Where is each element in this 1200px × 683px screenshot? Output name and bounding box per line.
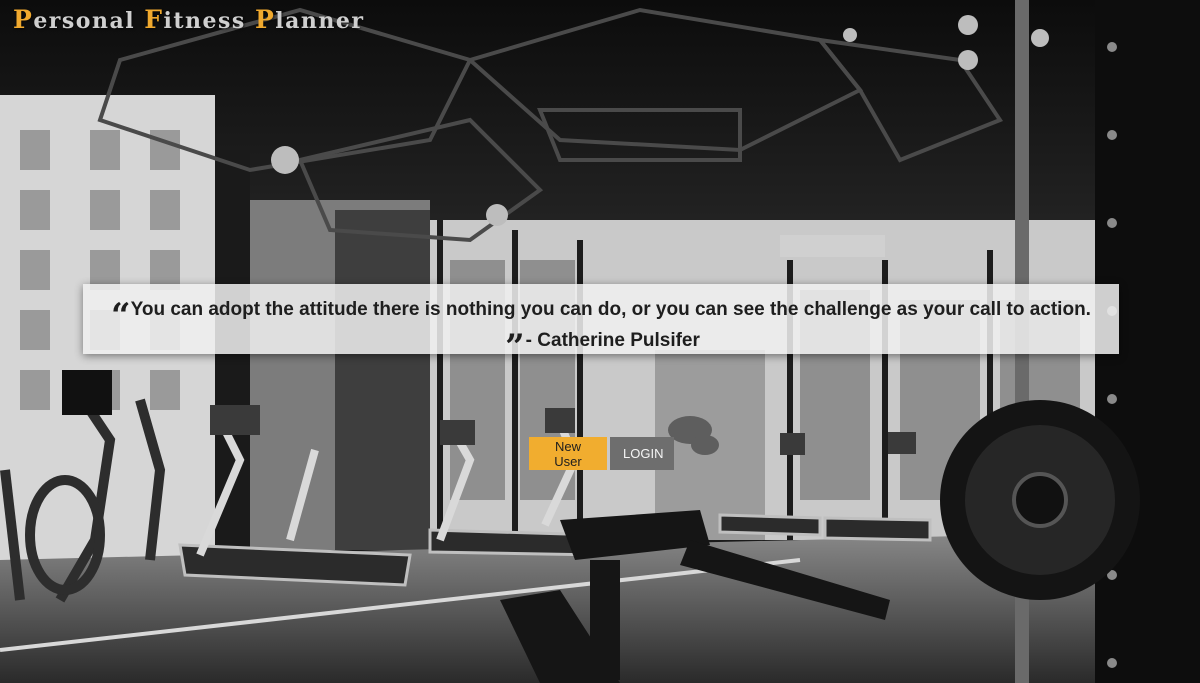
new-user-button[interactable]: New User bbox=[529, 437, 607, 470]
title-word-rest: lanner bbox=[275, 8, 365, 34]
title-word-rest: ersonal bbox=[33, 8, 145, 34]
quote-author: - Catherine Pulsifer bbox=[525, 330, 700, 351]
auth-buttons: New User LOGIN bbox=[529, 437, 674, 470]
site-title: Personal Fitness Planner bbox=[13, 5, 364, 34]
title-initial-p2: P bbox=[254, 5, 276, 34]
title-word-rest: itness bbox=[163, 8, 255, 34]
title-initial-p: P bbox=[13, 5, 34, 34]
login-button[interactable]: LOGIN bbox=[610, 437, 674, 470]
landing-page: Personal Fitness Planner “You can adopt … bbox=[0, 0, 1200, 683]
title-initial-f: F bbox=[144, 5, 164, 34]
quote-box: “You can adopt the attitude there is not… bbox=[83, 284, 1119, 364]
quote-text: You can adopt the attitude there is noth… bbox=[130, 299, 1091, 320]
